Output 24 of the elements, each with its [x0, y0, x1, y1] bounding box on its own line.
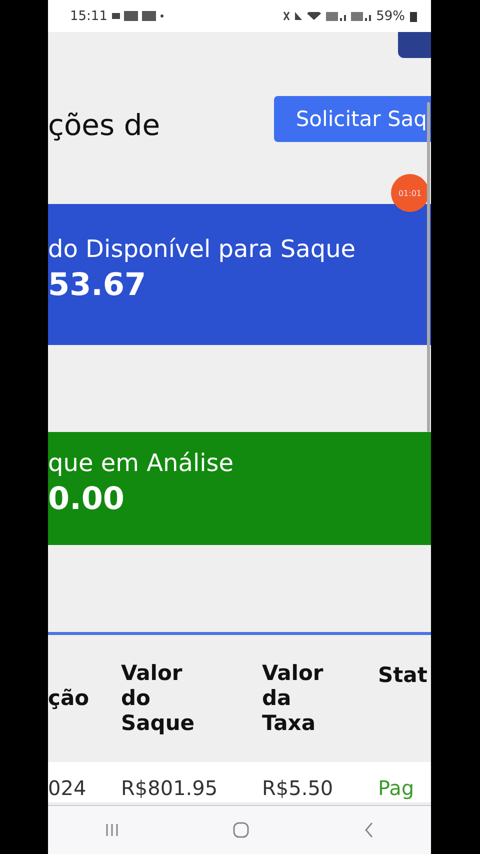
column-header: Stat [378, 663, 428, 688]
column-header: Valor da Taxa [262, 661, 324, 736]
notification-icons [112, 11, 164, 21]
wifi-icon [307, 12, 322, 20]
battery-icon [410, 10, 417, 22]
table-cell-text: 024 [48, 776, 88, 800]
page-title: ções de [48, 108, 160, 142]
back-icon[interactable] [364, 822, 374, 838]
status-cell-text: Pag [378, 776, 416, 800]
card-value: 0.00 [48, 480, 126, 516]
column-header: ção [48, 686, 90, 711]
table-cell-text: R$5.50 [262, 776, 334, 800]
request-withdrawal-button[interactable]: Solicitar Saq [274, 96, 431, 142]
card-value: 53.67 [48, 266, 148, 302]
recent-apps-icon[interactable] [105, 823, 120, 837]
table-cell-text: R$801.95 [121, 776, 219, 800]
status-time: 15:11 [70, 8, 108, 24]
signal-icon [326, 11, 346, 21]
signal-icon [351, 11, 372, 21]
battery-percentage: 59% [376, 8, 405, 24]
card-label: que em Análise [48, 448, 235, 476]
card-label: do Disponível para Saque [48, 234, 357, 262]
column-header: Valor do Saque [121, 661, 195, 736]
home-icon[interactable] [233, 822, 250, 838]
